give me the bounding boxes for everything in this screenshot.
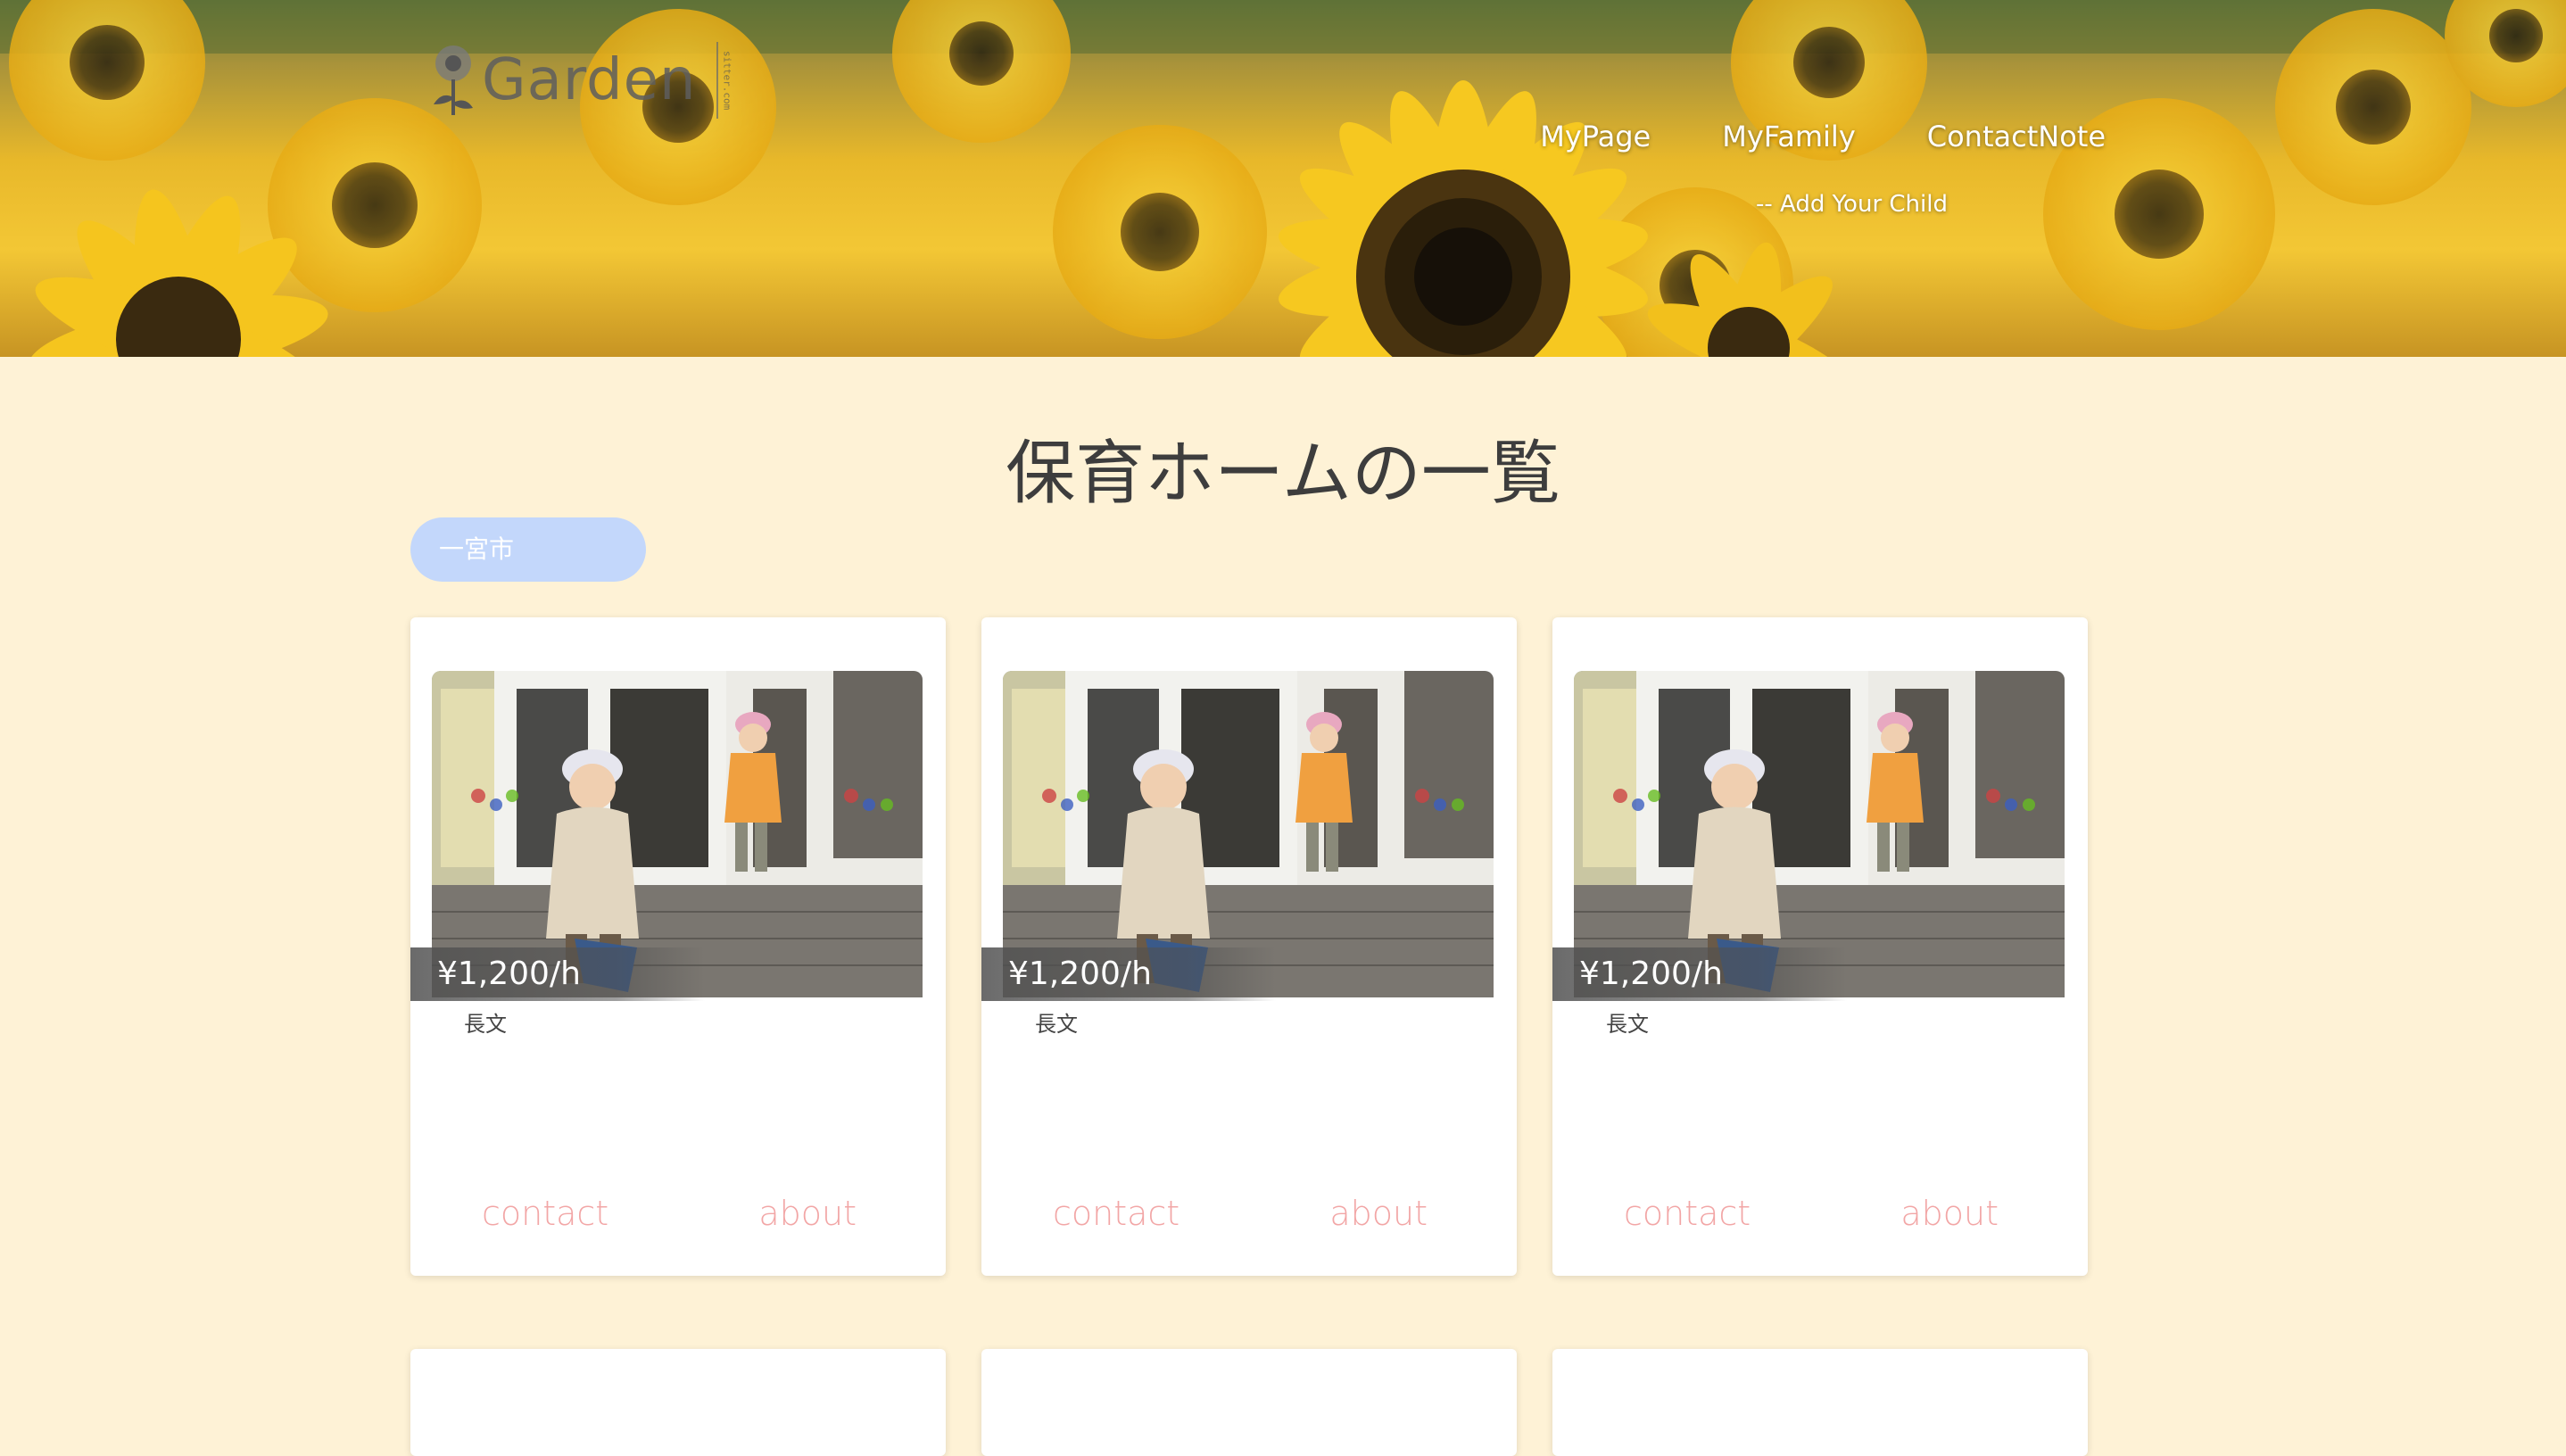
nursery-description: 長文: [464, 1012, 507, 1037]
nav-mypage[interactable]: MyPage: [1540, 120, 1651, 153]
nav-contactnote[interactable]: ContactNote: [1927, 120, 2106, 153]
logo-tagline: sitter.com: [721, 50, 733, 111]
nursery-card: ¥1,200/h 長文 contact about: [981, 617, 1517, 1276]
city-select[interactable]: 一宮市: [410, 517, 646, 582]
nursery-card: ¥1,200/h 長文 contact about: [1552, 617, 2088, 1276]
contact-link[interactable]: contact: [1053, 1194, 1180, 1233]
card-actions: contact about: [981, 1194, 1517, 1233]
price-badge: ¥1,200/h: [1552, 947, 1847, 1001]
card-actions: contact about: [410, 1194, 946, 1233]
nursery-description: 長文: [1035, 1012, 1078, 1037]
contact-link[interactable]: contact: [482, 1194, 608, 1233]
logo-divider: [716, 42, 718, 119]
nursery-card: [981, 1349, 1517, 1456]
nursery-description: 長文: [1606, 1012, 1649, 1037]
nursery-card: [410, 1349, 946, 1456]
nav-add-your-child[interactable]: -- Add Your Child: [1756, 191, 1948, 218]
logo[interactable]: Garden sitter.com: [430, 36, 733, 125]
nav-myfamily[interactable]: MyFamily: [1722, 120, 1856, 153]
about-link[interactable]: about: [1900, 1194, 1999, 1233]
sunflower-banner-image: [0, 0, 2566, 357]
card-actions: contact about: [1552, 1194, 2088, 1233]
main-nav: MyPage MyFamily ContactNote: [1540, 120, 2106, 153]
page-title: 保育ホームの一覧: [1006, 434, 1560, 514]
contact-link[interactable]: contact: [1624, 1194, 1751, 1233]
nursery-card: [1552, 1349, 2088, 1456]
hero-banner: Garden sitter.com MyPage MyFamily Contac…: [0, 0, 2566, 357]
about-link[interactable]: about: [1329, 1194, 1428, 1233]
sunflower-icon: [434, 46, 473, 115]
nursery-card: ¥1,200/h 長文 contact about: [410, 617, 946, 1276]
logo-text: Garden: [482, 47, 697, 113]
price-badge: ¥1,200/h: [410, 947, 705, 1001]
price-badge: ¥1,200/h: [981, 947, 1276, 1001]
about-link[interactable]: about: [758, 1194, 857, 1233]
sub-nav: -- Add Your Child: [1756, 191, 1948, 218]
